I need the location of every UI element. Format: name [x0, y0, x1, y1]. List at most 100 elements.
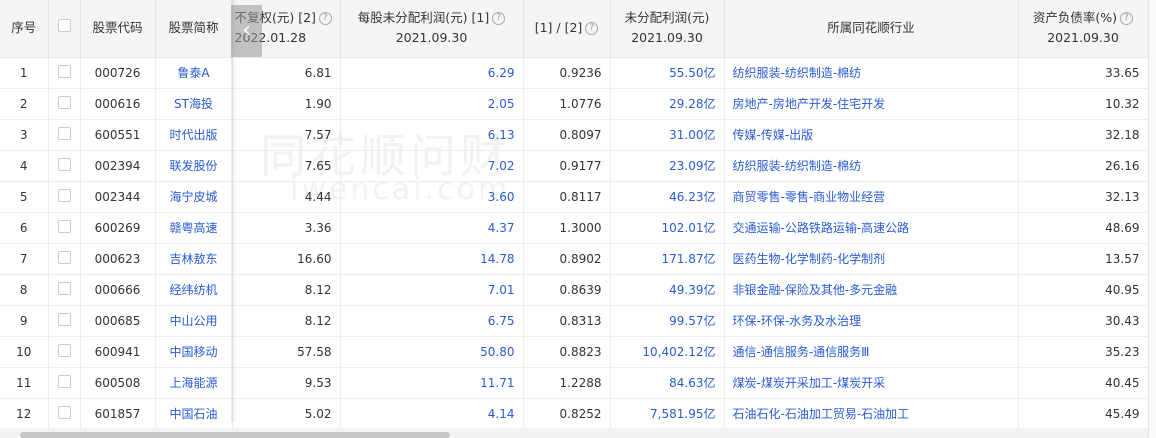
- cell-industry[interactable]: 环保-环保-水务及水治理: [724, 305, 1019, 337]
- cell-industry[interactable]: 商贸零售-零售-商业物业经营: [724, 181, 1019, 213]
- cell-eps[interactable]: 6.29: [340, 57, 524, 89]
- cell-name[interactable]: 吉林敖东: [155, 243, 233, 275]
- row-select-cell[interactable]: [48, 398, 81, 430]
- row-select-cell[interactable]: [48, 57, 81, 89]
- cell-name[interactable]: 鲁泰A: [155, 57, 233, 89]
- header-code[interactable]: 股票代码: [80, 0, 156, 58]
- cell-undist[interactable]: 84.63亿: [610, 367, 725, 399]
- cell-eps[interactable]: 4.37: [340, 212, 524, 244]
- row-select-cell[interactable]: [48, 305, 81, 337]
- cell-industry[interactable]: 医药生物-化学制药-化学制剂: [724, 243, 1019, 275]
- cell-undist[interactable]: 29.28亿: [610, 88, 725, 120]
- cell-undist[interactable]: 10,402.12亿: [610, 336, 725, 368]
- cell-name[interactable]: 上海能源: [155, 367, 233, 399]
- cell-eps[interactable]: 6.13: [340, 119, 524, 151]
- cell-name[interactable]: 联发股份: [155, 150, 233, 182]
- cell-price: 57.58: [232, 336, 341, 368]
- header-select-all[interactable]: [48, 0, 81, 58]
- cell-undist[interactable]: 49.39亿: [610, 274, 725, 306]
- cell-undist[interactable]: 46.23亿: [610, 181, 725, 213]
- cell-industry[interactable]: 纺织服装-纺织制造-棉纺: [724, 150, 1019, 182]
- cell-ratio: 0.8252: [523, 398, 611, 430]
- cell-debt: 40.95: [1018, 274, 1149, 306]
- cell-eps[interactable]: 14.78: [340, 243, 524, 275]
- cell-eps[interactable]: 7.01: [340, 274, 524, 306]
- header-debt-label: 资产负债率(%): [1032, 10, 1118, 26]
- cell-eps[interactable]: 3.60: [340, 181, 524, 213]
- cell-debt: 40.45: [1018, 367, 1149, 399]
- cell-industry[interactable]: 通信-通信服务-通信服务Ⅲ: [724, 336, 1019, 368]
- row-select-cell[interactable]: [48, 150, 81, 182]
- vertical-scrollbar[interactable]: [1148, 0, 1156, 438]
- help-icon[interactable]: ?: [1120, 12, 1134, 26]
- cell-undist[interactable]: 31.00亿: [610, 119, 725, 151]
- cell-industry[interactable]: 煤炭-煤炭开采加工-煤炭开采: [724, 367, 1019, 399]
- cell-industry[interactable]: 非银金融-保险及其他-多元金融: [724, 274, 1019, 306]
- help-icon[interactable]: ?: [585, 22, 599, 36]
- scroll-left-button[interactable]: ‹: [231, 5, 262, 57]
- row-checkbox[interactable]: [57, 188, 71, 202]
- row-checkbox[interactable]: [57, 312, 71, 326]
- header-industry[interactable]: 所属同花顺行业: [724, 0, 1019, 58]
- row-checkbox[interactable]: [57, 405, 71, 419]
- cell-undist[interactable]: 102.01亿: [610, 212, 725, 244]
- cell-eps[interactable]: 11.71: [340, 367, 524, 399]
- cell-industry[interactable]: 交通运输-公路铁路运输-高速公路: [724, 212, 1019, 244]
- row-checkbox[interactable]: [57, 157, 71, 171]
- header-ratio[interactable]: [1] / [2]?: [523, 0, 611, 58]
- row-select-cell[interactable]: [48, 367, 81, 399]
- cell-seq: 1: [0, 57, 49, 89]
- cell-industry[interactable]: 石油石化-石油加工贸易-石油加工: [724, 398, 1019, 430]
- cell-name[interactable]: 中国移动: [155, 336, 233, 368]
- row-select-cell[interactable]: [48, 274, 81, 306]
- row-select-cell[interactable]: [48, 336, 81, 368]
- cell-seq: 11: [0, 367, 49, 399]
- row-select-cell[interactable]: [48, 243, 81, 275]
- cell-name[interactable]: 赣粤高速: [155, 212, 233, 244]
- header-undist-date: 2021.09.30: [631, 30, 703, 46]
- cell-industry[interactable]: 纺织服装-纺织制造-棉纺: [724, 57, 1019, 89]
- header-eps[interactable]: 每股未分配利润(元) [1]? 2021.09.30: [340, 0, 524, 58]
- help-icon[interactable]: ?: [318, 12, 332, 26]
- row-select-cell[interactable]: [48, 181, 81, 213]
- cell-eps[interactable]: 6.75: [340, 305, 524, 337]
- cell-name[interactable]: 时代出版: [155, 119, 233, 151]
- cell-seq: 4: [0, 150, 49, 182]
- cell-eps[interactable]: 2.05: [340, 88, 524, 120]
- cell-industry[interactable]: 房地产-房地产开发-住宅开发: [724, 88, 1019, 120]
- row-checkbox[interactable]: [57, 126, 71, 140]
- cell-name[interactable]: 海宁皮城: [155, 181, 233, 213]
- cell-ratio: 1.2288: [523, 367, 611, 399]
- cell-undist[interactable]: 99.57亿: [610, 305, 725, 337]
- header-undist[interactable]: 未分配利润(元) 2021.09.30: [610, 0, 725, 58]
- cell-undist[interactable]: 7,581.95亿: [610, 398, 725, 430]
- cell-price: 7.65: [232, 150, 341, 182]
- header-name[interactable]: 股票简称: [155, 0, 233, 58]
- row-checkbox[interactable]: [57, 64, 71, 78]
- horizontal-scrollbar-thumb[interactable]: [20, 432, 450, 438]
- cell-undist[interactable]: 55.50亿: [610, 57, 725, 89]
- row-checkbox[interactable]: [57, 343, 71, 357]
- row-checkbox[interactable]: [57, 250, 71, 264]
- row-select-cell[interactable]: [48, 212, 81, 244]
- header-debt[interactable]: 资产负债率(%)? 2021.09.30: [1018, 0, 1149, 58]
- row-checkbox[interactable]: [57, 219, 71, 233]
- select-all-checkbox[interactable]: [57, 19, 71, 33]
- cell-name[interactable]: ST海投: [155, 88, 233, 120]
- cell-eps[interactable]: 7.02: [340, 150, 524, 182]
- cell-undist[interactable]: 171.87亿: [610, 243, 725, 275]
- cell-industry[interactable]: 传媒-传媒-出版: [724, 119, 1019, 151]
- row-checkbox[interactable]: [57, 281, 71, 295]
- row-checkbox[interactable]: [57, 95, 71, 109]
- help-icon[interactable]: ?: [492, 12, 506, 26]
- cell-debt: 33.65: [1018, 57, 1149, 89]
- cell-name[interactable]: 中国石油: [155, 398, 233, 430]
- cell-eps[interactable]: 50.80: [340, 336, 524, 368]
- cell-name[interactable]: 经纬纺机: [155, 274, 233, 306]
- row-select-cell[interactable]: [48, 88, 81, 120]
- row-checkbox[interactable]: [57, 374, 71, 388]
- row-select-cell[interactable]: [48, 119, 81, 151]
- cell-name[interactable]: 中山公用: [155, 305, 233, 337]
- cell-eps[interactable]: 4.14: [340, 398, 524, 430]
- cell-undist[interactable]: 23.09亿: [610, 150, 725, 182]
